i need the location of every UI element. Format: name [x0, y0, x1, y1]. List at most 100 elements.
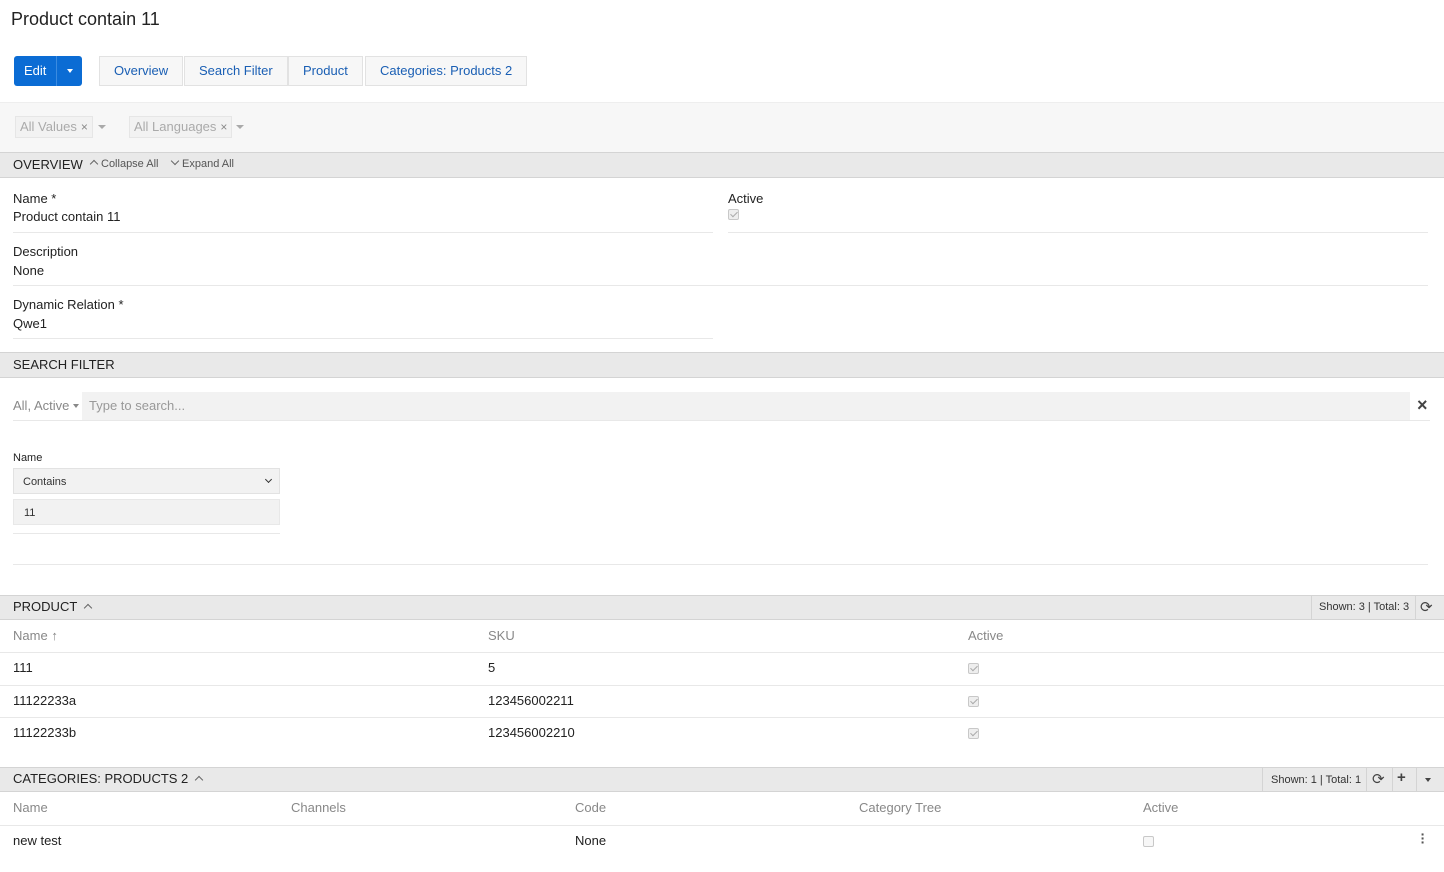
tab-product[interactable]: Product	[288, 56, 363, 86]
name-value-input[interactable]: 11	[13, 499, 280, 525]
tab-categories-products-2[interactable]: Categories: Products 2	[365, 56, 528, 86]
refresh-icon[interactable]: ⟳	[1420, 598, 1433, 616]
values-filter-chip[interactable]: All Values ×	[15, 116, 93, 138]
values-filter-label: All Values	[20, 119, 77, 134]
close-icon[interactable]: ×	[220, 120, 227, 134]
operator-value: Contains	[23, 476, 67, 488]
search-placeholder: Type to search...	[89, 398, 186, 413]
column-header-channels[interactable]: Channels	[291, 800, 346, 815]
divider	[1311, 596, 1312, 619]
languages-filter-chip[interactable]: All Languages ×	[129, 116, 233, 138]
column-header-code[interactable]: Code	[575, 800, 606, 815]
name-operator-select[interactable]: Contains	[13, 468, 280, 494]
expand-all-link[interactable]: Expand All	[170, 156, 234, 170]
edit-button[interactable]: Edit	[14, 56, 57, 86]
divider	[13, 285, 1428, 286]
dynamic-relation-field-label: Dynamic Relation *	[13, 297, 124, 312]
active-checkbox	[728, 209, 739, 220]
sort-asc-icon: ↑	[51, 628, 58, 643]
column-header-category-tree[interactable]: Category Tree	[859, 800, 941, 815]
chevron-up-icon	[83, 603, 92, 613]
product-title-label: PRODUCT	[13, 599, 78, 614]
languages-filter-caret-icon[interactable]	[236, 125, 244, 129]
chevron-up-icon	[89, 159, 99, 169]
caret-down-icon[interactable]	[1425, 778, 1431, 782]
search-filter-title: SEARCH FILTER	[13, 357, 115, 372]
column-header-name-label: Name	[13, 628, 48, 643]
overview-title: OVERVIEW	[13, 157, 83, 172]
column-header-name[interactable]: Name	[13, 800, 48, 815]
page-title: Product contain 11	[11, 9, 160, 29]
divider	[1262, 768, 1263, 791]
scope-selector[interactable]: All, Active	[0, 392, 80, 420]
name-filter-label: Name	[13, 452, 43, 464]
categories-title-label: CATEGORIES: PRODUCTS 2	[13, 771, 189, 786]
categories-title[interactable]: CATEGORIES: PRODUCTS 2	[13, 771, 206, 786]
chevron-down-icon	[170, 156, 180, 166]
column-header-active[interactable]: Active	[1143, 800, 1178, 815]
product-section-header: PRODUCT Shown: 3 | Total: 3 ⟳	[0, 595, 1444, 620]
plus-icon[interactable]: +	[1397, 769, 1406, 786]
category-row-name-link[interactable]: new test	[13, 833, 61, 848]
tab-overview[interactable]: Overview	[99, 56, 184, 86]
product-title[interactable]: PRODUCT	[13, 599, 95, 614]
tab-search-filter[interactable]: Search Filter	[184, 56, 288, 86]
divider	[0, 717, 1444, 718]
category-row-code: None	[575, 833, 607, 848]
divider	[13, 338, 713, 339]
product-row-sku: 123456002211	[488, 693, 574, 708]
divider	[1392, 768, 1393, 791]
categories-counter: Shown: 1 | Total: 1	[1271, 774, 1362, 786]
categories-section-header: CATEGORIES: PRODUCTS 2 Shown: 1 | Total:…	[0, 767, 1444, 792]
product-row-sku: 5	[488, 660, 496, 675]
divider	[13, 420, 1430, 421]
product-row-name-link[interactable]: 111	[13, 660, 33, 675]
divider	[13, 232, 713, 233]
edit-button-group: Edit	[14, 56, 83, 86]
product-row-name-link[interactable]: 11122233a	[13, 693, 76, 708]
divider	[0, 825, 1444, 826]
collapse-all-label: Collapse All	[101, 158, 159, 170]
divider	[0, 652, 1444, 653]
column-header-active[interactable]: Active	[968, 628, 1003, 643]
description-field-label: Description	[13, 244, 79, 259]
product-counter: Shown: 3 | Total: 3	[1319, 601, 1410, 613]
name-field-value: Product contain 11	[13, 209, 121, 224]
divider	[1416, 768, 1417, 791]
column-header-name[interactable]: Name ↑	[13, 628, 58, 643]
divider	[13, 533, 280, 534]
divider	[1415, 596, 1416, 619]
product-row-active-checkbox	[968, 696, 979, 707]
product-row-name-link[interactable]: 11122233b	[13, 725, 76, 740]
search-filter-section-header: SEARCH FILTER	[0, 352, 1444, 378]
scope-label: All, Active	[13, 398, 70, 413]
product-row-active-checkbox	[968, 663, 979, 674]
description-field-value: None	[13, 263, 45, 278]
divider	[1366, 768, 1367, 791]
collapse-all-link[interactable]: Collapse All	[89, 158, 159, 170]
category-row-active-checkbox	[1143, 836, 1154, 847]
product-row-active-checkbox	[968, 728, 979, 739]
column-header-sku[interactable]: SKU	[488, 628, 515, 643]
chevron-up-icon	[194, 775, 204, 785]
search-input[interactable]: Type to search...	[82, 392, 1410, 420]
overview-section-header: OVERVIEW Collapse All Expand All	[0, 152, 1444, 178]
edit-dropdown-button[interactable]	[56, 56, 83, 86]
values-filter-caret-icon[interactable]	[98, 125, 106, 129]
active-field-label: Active	[728, 191, 764, 206]
chevron-down-icon	[264, 475, 273, 484]
close-icon[interactable]: ×	[1417, 395, 1428, 416]
dynamic-relation-link[interactable]: Qwe1	[13, 316, 47, 331]
caret-down-icon	[66, 69, 73, 73]
refresh-icon[interactable]: ⟳	[1372, 770, 1385, 788]
kebab-icon[interactable]: · · ·	[1420, 827, 1426, 849]
expand-all-label: Expand All	[182, 158, 234, 170]
languages-filter-label: All Languages	[134, 119, 217, 134]
caret-down-icon	[73, 404, 79, 408]
divider	[728, 232, 1428, 233]
close-icon[interactable]: ×	[81, 120, 88, 134]
name-field-label: Name *	[13, 191, 57, 206]
divider	[13, 564, 1428, 565]
name-value: 11	[24, 507, 36, 519]
divider	[0, 685, 1444, 686]
